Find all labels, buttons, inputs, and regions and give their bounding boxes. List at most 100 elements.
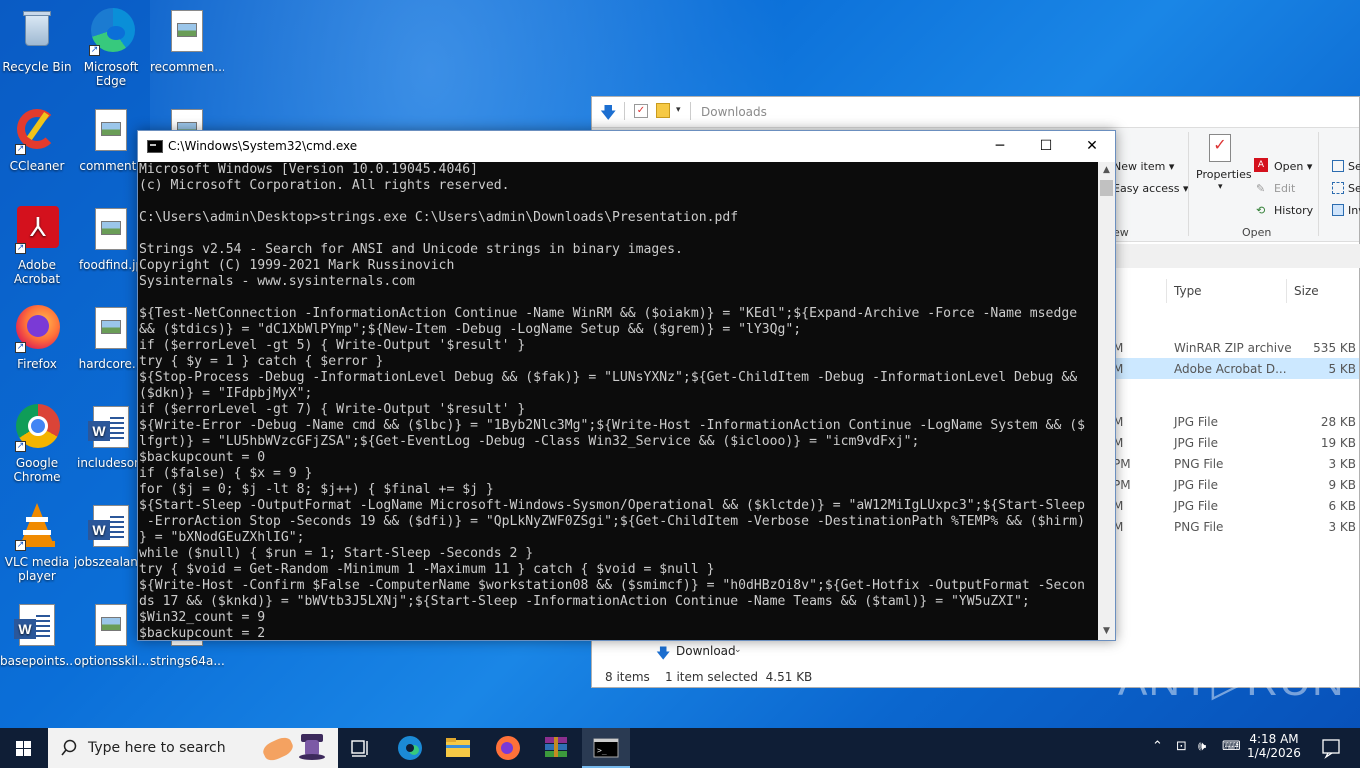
firefox-icon bbox=[496, 736, 520, 760]
acrobat-small-icon: A bbox=[1254, 158, 1268, 172]
minimize-button[interactable]: ─ bbox=[977, 131, 1023, 162]
word-document-icon: W bbox=[87, 404, 135, 452]
recycle-bin-icon bbox=[13, 8, 61, 56]
word-document-icon: W bbox=[87, 503, 135, 551]
desktop-icon-basepoints[interactable]: W basepoints.... bbox=[0, 602, 74, 668]
desktop-icon-google-chrome[interactable]: ↗ Google Chrome bbox=[0, 404, 74, 484]
column-type[interactable]: Type bbox=[1174, 284, 1202, 298]
image-file-icon bbox=[163, 8, 211, 56]
cmd-window[interactable]: C:\Windows\System32\cmd.exe ─ ☐ ✕ Micros… bbox=[137, 130, 1116, 641]
cell-size: 3 KB bbox=[1328, 457, 1356, 471]
cmd-line: ${Start-Sleep -OutputFormat -LogName Mic… bbox=[139, 498, 1085, 513]
keyboard-icon[interactable]: ⌨ bbox=[1222, 739, 1241, 754]
folder-icon bbox=[446, 738, 470, 757]
desktop-icon-microsoft-edge[interactable]: ↗ Microsoft Edge bbox=[74, 8, 148, 88]
start-button[interactable] bbox=[0, 728, 48, 768]
cmd-line: $backupcount = 2 bbox=[139, 626, 266, 640]
cell-size: 535 KB bbox=[1313, 341, 1356, 355]
history-button[interactable]: History bbox=[1274, 204, 1313, 217]
scroll-thumb[interactable] bbox=[1100, 180, 1113, 196]
quick-access-dropdown-icon[interactable]: ▾ bbox=[676, 105, 681, 115]
history-icon: ⟲ bbox=[1256, 204, 1266, 217]
desktop-icon-firefox[interactable]: ↗ Firefox bbox=[0, 305, 74, 371]
taskbar: Type here to search >_ ⌃ ⊡ 🕪 ⌨ 4:18 AM 1… bbox=[0, 728, 1360, 768]
desktop-icon-recommen[interactable]: recommen... bbox=[150, 8, 224, 74]
cmd-line: ${Write-Host -Confirm $False -ComputerNa… bbox=[139, 578, 1085, 593]
cell-type: WinRAR ZIP archive bbox=[1174, 341, 1292, 355]
sidebar-downloads-label: Download bbox=[676, 644, 736, 658]
properties-icon: ✓ bbox=[1209, 134, 1231, 162]
desktop-icon-adobe-acrobat[interactable]: ⅄ ↗ Adobe Acrobat bbox=[0, 206, 74, 286]
properties-quick-icon[interactable]: ✓ bbox=[634, 104, 648, 118]
cell-size: 6 KB bbox=[1328, 499, 1356, 513]
cmd-line: try { $void = Get-Random -Minimum 1 -Max… bbox=[139, 562, 715, 577]
cmd-title-bar[interactable]: C:\Windows\System32\cmd.exe ─ ☐ ✕ bbox=[138, 131, 1115, 162]
cmd-line: Strings v2.54 - Search for ANSI and Unic… bbox=[139, 242, 683, 257]
desktop-icon-ccleaner[interactable]: ↗ CCleaner bbox=[0, 107, 74, 173]
cmd-scrollbar[interactable]: ▲ ▼ bbox=[1098, 162, 1115, 640]
cmd-line: if ($errorLevel -gt 5) { Write-Output '$… bbox=[139, 338, 526, 353]
scroll-up-icon[interactable]: ▲ bbox=[1098, 162, 1115, 179]
cell-type: JPG File bbox=[1174, 415, 1218, 429]
cmd-icon bbox=[147, 140, 163, 153]
close-button[interactable]: ✕ bbox=[1069, 131, 1115, 162]
select-all-button[interactable]: Se bbox=[1348, 160, 1360, 173]
cmd-window-title: C:\Windows\System32\cmd.exe bbox=[168, 139, 358, 153]
cmd-line: C:\Users\admin\Desktop>strings.exe C:\Us… bbox=[139, 210, 739, 225]
notification-icon bbox=[1322, 739, 1340, 759]
cell-type: Adobe Acrobat D... bbox=[1174, 362, 1287, 376]
firefox-icon: ↗ bbox=[13, 305, 61, 353]
column-size[interactable]: Size bbox=[1294, 284, 1319, 298]
cell-size: 5 KB bbox=[1328, 362, 1356, 376]
easy-access-button[interactable]: Easy access ▾ bbox=[1113, 182, 1189, 195]
chevron-down-icon: ⌄ bbox=[734, 645, 742, 655]
new-item-button[interactable]: New item ▾ bbox=[1113, 160, 1174, 173]
taskbar-firefox[interactable] bbox=[484, 728, 532, 768]
invert-selection-icon bbox=[1332, 204, 1344, 216]
search-placeholder: Type here to search bbox=[88, 740, 226, 756]
cmd-line: $Win32_count = 9 bbox=[139, 610, 266, 625]
image-file-icon bbox=[87, 602, 135, 650]
sidebar-downloads[interactable]: 🡇 Download ⌄ bbox=[592, 637, 742, 667]
search-highlight-image bbox=[260, 732, 333, 764]
network-icon[interactable]: ⊡ bbox=[1176, 739, 1187, 754]
scroll-down-icon[interactable]: ▼ bbox=[1098, 623, 1115, 640]
cmd-line: lfgrt)} = "LU5hbWVzcGFjZSA";${Get-EventL… bbox=[139, 434, 920, 449]
task-view-button[interactable] bbox=[338, 728, 386, 768]
select-none-button[interactable]: Se bbox=[1348, 182, 1360, 195]
cell-type: PNG File bbox=[1174, 457, 1224, 471]
cell-size: 28 KB bbox=[1320, 415, 1356, 429]
cmd-line: ${Stop-Process -Debug -InformationLevel … bbox=[139, 370, 1078, 385]
explorer-title-bar: 🡇 ✓ ▾ Downloads bbox=[592, 97, 1359, 127]
image-file-icon bbox=[87, 107, 135, 155]
taskbar-search-box[interactable]: Type here to search bbox=[48, 728, 338, 768]
properties-button[interactable]: ✓ Properties ▾ bbox=[1192, 128, 1252, 224]
volume-icon[interactable]: 🕪 bbox=[1198, 739, 1206, 754]
cmd-line bbox=[139, 290, 1099, 306]
cmd-line: if ($errorLevel -gt 7) { Write-Output '$… bbox=[139, 402, 526, 417]
desktop-icon-vlc[interactable]: ↗ VLC media player bbox=[0, 503, 74, 583]
cmd-line: $backupcount = 0 bbox=[139, 450, 266, 465]
cmd-output[interactable]: Microsoft Windows [Version 10.0.19045.40… bbox=[139, 162, 1099, 640]
svg-text:>_: >_ bbox=[597, 746, 607, 755]
notifications-button[interactable] bbox=[1312, 728, 1352, 768]
winrar-icon bbox=[545, 737, 567, 757]
open-button[interactable]: Open ▾ bbox=[1274, 160, 1312, 173]
taskbar-edge[interactable] bbox=[386, 728, 434, 768]
folder-icon[interactable] bbox=[656, 103, 670, 118]
taskbar-winrar[interactable] bbox=[532, 728, 580, 768]
download-arrow-icon: 🡇 bbox=[656, 646, 671, 662]
desktop-icon-recycle-bin[interactable]: Recycle Bin bbox=[0, 8, 74, 74]
edit-button[interactable]: Edit bbox=[1274, 182, 1295, 195]
cmd-icon: >_ bbox=[593, 738, 619, 758]
chevron-up-icon[interactable]: ⌃ bbox=[1152, 739, 1163, 754]
cell-type: JPG File bbox=[1174, 436, 1218, 450]
maximize-button[interactable]: ☐ bbox=[1023, 131, 1069, 162]
invert-selection-button[interactable]: Inv bbox=[1348, 204, 1360, 217]
cell-size: 19 KB bbox=[1320, 436, 1356, 450]
select-none-icon bbox=[1332, 182, 1344, 194]
down-arrow-icon[interactable]: 🡇 bbox=[600, 102, 616, 129]
taskbar-cmd[interactable]: >_ bbox=[582, 728, 630, 768]
taskbar-file-explorer[interactable] bbox=[434, 728, 482, 768]
clock[interactable]: 4:18 AM 1/4/2026 bbox=[1244, 728, 1304, 768]
